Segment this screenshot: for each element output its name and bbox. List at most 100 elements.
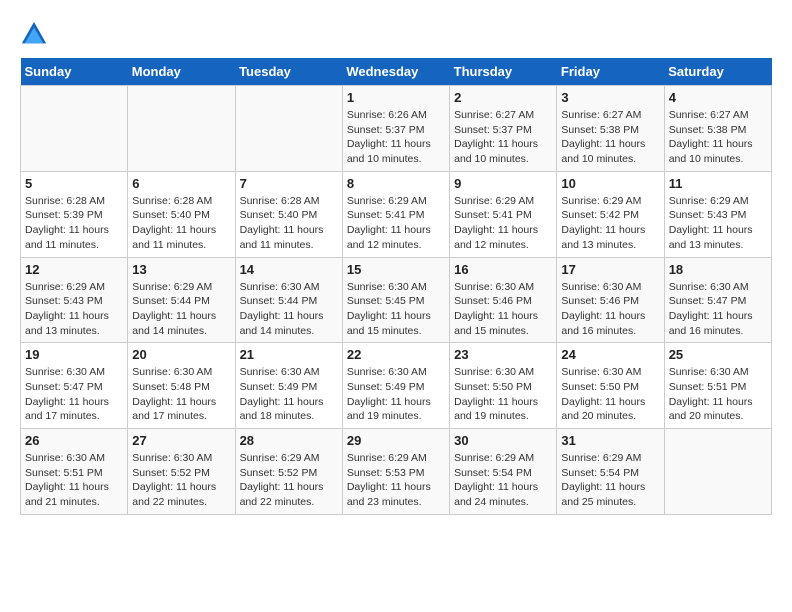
day-number: 24 xyxy=(561,347,659,362)
day-cell: 12 Sunrise: 6:29 AM Sunset: 5:43 PM Dayli… xyxy=(21,257,128,343)
day-cell: 25 Sunrise: 6:30 AM Sunset: 5:51 PM Dayli… xyxy=(664,343,771,429)
day-cell: 15Sunrise: 6:30 AM Sunset: 5:45 PM Dayli… xyxy=(342,257,449,343)
days-header-row: SundayMondayTuesdayWednesdayThursdayFrid… xyxy=(21,58,772,86)
day-number: 5 xyxy=(25,176,123,191)
day-number: 13 xyxy=(132,262,230,277)
day-info: Sunrise: 6:30 AM Sunset: 5:47 PM Dayligh… xyxy=(669,280,767,339)
day-info: Sunrise: 6:30 AM Sunset: 5:46 PM Dayligh… xyxy=(561,280,659,339)
day-info: Sunrise: 6:26 AM Sunset: 5:37 PM Dayligh… xyxy=(347,108,445,167)
day-cell: 13Sunrise: 6:29 AM Sunset: 5:44 PM Dayli… xyxy=(128,257,235,343)
day-number: 17 xyxy=(561,262,659,277)
day-number: 29 xyxy=(347,433,445,448)
day-header-thursday: Thursday xyxy=(450,58,557,86)
day-info: Sunrise: 6:30 AM Sunset: 5:50 PM Dayligh… xyxy=(454,365,552,424)
day-info: Sunrise: 6:30 AM Sunset: 5:50 PM Dayligh… xyxy=(561,365,659,424)
day-number: 18 xyxy=(669,262,767,277)
day-cell: 10 Sunrise: 6:29 AM Sunset: 5:42 PM Dayli… xyxy=(557,171,664,257)
logo xyxy=(20,20,52,48)
day-cell xyxy=(128,86,235,172)
day-number: 25 xyxy=(669,347,767,362)
calendar-table: SundayMondayTuesdayWednesdayThursdayFrid… xyxy=(20,58,772,515)
day-header-tuesday: Tuesday xyxy=(235,58,342,86)
day-cell: 19Sunrise: 6:30 AM Sunset: 5:47 PM Dayli… xyxy=(21,343,128,429)
day-cell: 14 Sunrise: 6:30 AM Sunset: 5:44 PM Dayli… xyxy=(235,257,342,343)
day-cell: 2 Sunrise: 6:27 AM Sunset: 5:37 PM Daylig… xyxy=(450,86,557,172)
day-info: Sunrise: 6:29 AM Sunset: 5:41 PM Dayligh… xyxy=(454,194,552,253)
week-row-1: 1Sunrise: 6:26 AM Sunset: 5:37 PM Daylig… xyxy=(21,86,772,172)
day-cell: 16 Sunrise: 6:30 AM Sunset: 5:46 PM Dayli… xyxy=(450,257,557,343)
day-cell: 8 Sunrise: 6:29 AM Sunset: 5:41 PM Daylig… xyxy=(342,171,449,257)
day-cell: 28 Sunrise: 6:29 AM Sunset: 5:52 PM Dayli… xyxy=(235,429,342,515)
day-info: Sunrise: 6:30 AM Sunset: 5:51 PM Dayligh… xyxy=(25,451,123,510)
day-cell: 4 Sunrise: 6:27 AM Sunset: 5:38 PM Daylig… xyxy=(664,86,771,172)
day-header-monday: Monday xyxy=(128,58,235,86)
day-info: Sunrise: 6:30 AM Sunset: 5:51 PM Dayligh… xyxy=(669,365,767,424)
day-number: 28 xyxy=(240,433,338,448)
day-cell: 7Sunrise: 6:28 AM Sunset: 5:40 PM Daylig… xyxy=(235,171,342,257)
header xyxy=(20,20,772,48)
day-info: Sunrise: 6:29 AM Sunset: 5:54 PM Dayligh… xyxy=(561,451,659,510)
day-cell: 1Sunrise: 6:26 AM Sunset: 5:37 PM Daylig… xyxy=(342,86,449,172)
day-number: 19 xyxy=(25,347,123,362)
day-info: Sunrise: 6:28 AM Sunset: 5:39 PM Dayligh… xyxy=(25,194,123,253)
day-cell: 26 Sunrise: 6:30 AM Sunset: 5:51 PM Dayli… xyxy=(21,429,128,515)
day-info: Sunrise: 6:30 AM Sunset: 5:48 PM Dayligh… xyxy=(132,365,230,424)
day-number: 8 xyxy=(347,176,445,191)
day-number: 21 xyxy=(240,347,338,362)
day-info: Sunrise: 6:27 AM Sunset: 5:38 PM Dayligh… xyxy=(669,108,767,167)
day-info: Sunrise: 6:29 AM Sunset: 5:54 PM Dayligh… xyxy=(454,451,552,510)
day-info: Sunrise: 6:30 AM Sunset: 5:49 PM Dayligh… xyxy=(347,365,445,424)
day-number: 14 xyxy=(240,262,338,277)
day-cell: 5 Sunrise: 6:28 AM Sunset: 5:39 PM Daylig… xyxy=(21,171,128,257)
day-cell xyxy=(21,86,128,172)
day-cell: 11 Sunrise: 6:29 AM Sunset: 5:43 PM Dayli… xyxy=(664,171,771,257)
week-row-3: 12 Sunrise: 6:29 AM Sunset: 5:43 PM Dayli… xyxy=(21,257,772,343)
day-info: Sunrise: 6:29 AM Sunset: 5:53 PM Dayligh… xyxy=(347,451,445,510)
day-number: 27 xyxy=(132,433,230,448)
day-cell: 31 Sunrise: 6:29 AM Sunset: 5:54 PM Dayli… xyxy=(557,429,664,515)
day-info: Sunrise: 6:30 AM Sunset: 5:45 PM Dayligh… xyxy=(347,280,445,339)
day-number: 31 xyxy=(561,433,659,448)
day-number: 9 xyxy=(454,176,552,191)
day-info: Sunrise: 6:28 AM Sunset: 5:40 PM Dayligh… xyxy=(132,194,230,253)
day-info: Sunrise: 6:30 AM Sunset: 5:44 PM Dayligh… xyxy=(240,280,338,339)
day-cell: 24 Sunrise: 6:30 AM Sunset: 5:50 PM Dayli… xyxy=(557,343,664,429)
day-header-wednesday: Wednesday xyxy=(342,58,449,86)
day-cell xyxy=(235,86,342,172)
day-number: 26 xyxy=(25,433,123,448)
day-info: Sunrise: 6:27 AM Sunset: 5:37 PM Dayligh… xyxy=(454,108,552,167)
day-number: 16 xyxy=(454,262,552,277)
day-info: Sunrise: 6:29 AM Sunset: 5:43 PM Dayligh… xyxy=(25,280,123,339)
logo-icon xyxy=(20,20,48,48)
day-cell: 21Sunrise: 6:30 AM Sunset: 5:49 PM Dayli… xyxy=(235,343,342,429)
day-number: 6 xyxy=(132,176,230,191)
day-cell: 22Sunrise: 6:30 AM Sunset: 5:49 PM Dayli… xyxy=(342,343,449,429)
day-info: Sunrise: 6:30 AM Sunset: 5:46 PM Dayligh… xyxy=(454,280,552,339)
day-number: 12 xyxy=(25,262,123,277)
day-number: 23 xyxy=(454,347,552,362)
day-cell: 17 Sunrise: 6:30 AM Sunset: 5:46 PM Dayli… xyxy=(557,257,664,343)
day-info: Sunrise: 6:27 AM Sunset: 5:38 PM Dayligh… xyxy=(561,108,659,167)
day-number: 11 xyxy=(669,176,767,191)
day-number: 20 xyxy=(132,347,230,362)
day-info: Sunrise: 6:29 AM Sunset: 5:42 PM Dayligh… xyxy=(561,194,659,253)
day-number: 2 xyxy=(454,90,552,105)
day-info: Sunrise: 6:29 AM Sunset: 5:43 PM Dayligh… xyxy=(669,194,767,253)
day-cell xyxy=(664,429,771,515)
day-header-saturday: Saturday xyxy=(664,58,771,86)
day-cell: 6 Sunrise: 6:28 AM Sunset: 5:40 PM Daylig… xyxy=(128,171,235,257)
day-cell: 9 Sunrise: 6:29 AM Sunset: 5:41 PM Daylig… xyxy=(450,171,557,257)
day-info: Sunrise: 6:29 AM Sunset: 5:41 PM Dayligh… xyxy=(347,194,445,253)
day-cell: 18 Sunrise: 6:30 AM Sunset: 5:47 PM Dayli… xyxy=(664,257,771,343)
week-row-2: 5 Sunrise: 6:28 AM Sunset: 5:39 PM Daylig… xyxy=(21,171,772,257)
day-cell: 29 Sunrise: 6:29 AM Sunset: 5:53 PM Dayli… xyxy=(342,429,449,515)
day-info: Sunrise: 6:29 AM Sunset: 5:52 PM Dayligh… xyxy=(240,451,338,510)
day-number: 4 xyxy=(669,90,767,105)
day-info: Sunrise: 6:30 AM Sunset: 5:52 PM Dayligh… xyxy=(132,451,230,510)
day-number: 3 xyxy=(561,90,659,105)
day-number: 10 xyxy=(561,176,659,191)
day-cell: 30Sunrise: 6:29 AM Sunset: 5:54 PM Dayli… xyxy=(450,429,557,515)
day-cell: 20 Sunrise: 6:30 AM Sunset: 5:48 PM Dayli… xyxy=(128,343,235,429)
day-header-sunday: Sunday xyxy=(21,58,128,86)
week-row-5: 26 Sunrise: 6:30 AM Sunset: 5:51 PM Dayli… xyxy=(21,429,772,515)
